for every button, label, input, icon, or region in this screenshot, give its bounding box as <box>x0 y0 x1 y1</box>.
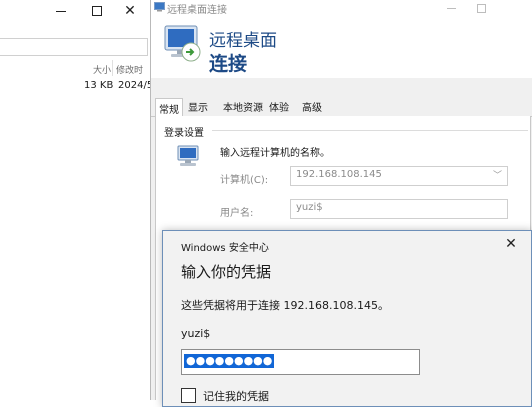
banner-title-line2: 连接 <box>209 53 248 75</box>
dialog-description: 这些凭据将用于连接 192.168.108.145。 <box>181 299 389 312</box>
chevron-down-icon[interactable]: ﹀ <box>493 168 502 181</box>
tab-local-resources[interactable]: 本地资源 <box>221 98 265 115</box>
minimize-button[interactable] <box>44 0 78 22</box>
password-field[interactable]: ●●●●●●●●● <box>181 349 420 375</box>
close-icon: ✕ <box>505 236 517 252</box>
group-divider <box>212 130 528 131</box>
column-header-modified[interactable]: 修改时 <box>116 63 143 76</box>
username-field[interactable]: yuzi$ <box>290 199 508 219</box>
remember-credentials-label: 记住我的凭据 <box>203 390 269 403</box>
maximize-icon <box>476 3 486 13</box>
file-list-header: 大小 修改时 <box>0 60 150 76</box>
username-label: 用户名: <box>220 208 254 219</box>
computer-value: 192.168.108.145 <box>296 169 382 180</box>
computer-icon <box>177 145 199 166</box>
credential-username: yuzi$ <box>181 327 211 340</box>
remote-desktop-icon <box>164 25 201 62</box>
column-header-size[interactable]: 大小 <box>93 63 111 76</box>
minimize-icon <box>446 7 456 9</box>
rdp-title-bar[interactable]: 远程桌面连接 <box>151 0 532 16</box>
file-size: 13 KB <box>84 80 114 91</box>
minimize-icon <box>56 10 66 12</box>
column-divider[interactable] <box>112 60 113 76</box>
address-bar[interactable] <box>0 38 148 56</box>
maximize-icon <box>92 6 102 16</box>
password-mask: ●●●●●●●●● <box>184 354 275 368</box>
file-modified: 2024/5 <box>118 80 150 91</box>
logon-settings-group-title: 登录设置 <box>164 128 204 139</box>
explorer-caption-buttons: ✕ <box>0 0 150 22</box>
rdp-window-title: 远程桌面连接 <box>167 5 227 16</box>
close-button[interactable]: ✕ <box>113 0 147 22</box>
windows-security-dialog: Windows 安全中心 ✕ 输入你的凭据 这些凭据将用于连接 192.168.… <box>162 230 532 407</box>
computer-name-prompt: 输入远程计算机的名称。 <box>220 148 330 159</box>
dialog-source-title: Windows 安全中心 <box>181 243 269 254</box>
tab-experience[interactable]: 体验 <box>267 98 291 115</box>
dialog-close-button[interactable]: ✕ <box>501 234 521 254</box>
tab-advanced[interactable]: 高级 <box>299 98 325 115</box>
rdp-app-icon <box>154 2 165 12</box>
rdp-banner: 远程桌面 连接 <box>151 16 532 78</box>
rdp-tab-bar: 常规 显示 本地资源 体验 高级 <box>151 98 532 117</box>
banner-title-line1: 远程桌面 <box>209 31 277 51</box>
username-value: yuzi$ <box>296 202 323 213</box>
rdp-minimize-button[interactable] <box>437 0 465 16</box>
computer-combobox[interactable]: 192.168.108.145 ﹀ <box>290 166 508 186</box>
close-icon: ✕ <box>124 3 136 19</box>
tab-general[interactable]: 常规 <box>155 98 183 117</box>
tab-display[interactable]: 显示 <box>185 98 211 115</box>
rdp-maximize-button[interactable] <box>467 0 495 16</box>
file-row[interactable]: 13 KB 2024/5 <box>0 78 150 94</box>
checkbox-box[interactable] <box>181 388 196 403</box>
maximize-button[interactable] <box>80 0 114 22</box>
file-explorer-window: ✕ 大小 修改时 13 KB 2024/5 <box>0 0 150 400</box>
computer-label: 计算机(C): <box>220 175 269 186</box>
dialog-heading: 输入你的凭据 <box>181 263 272 281</box>
